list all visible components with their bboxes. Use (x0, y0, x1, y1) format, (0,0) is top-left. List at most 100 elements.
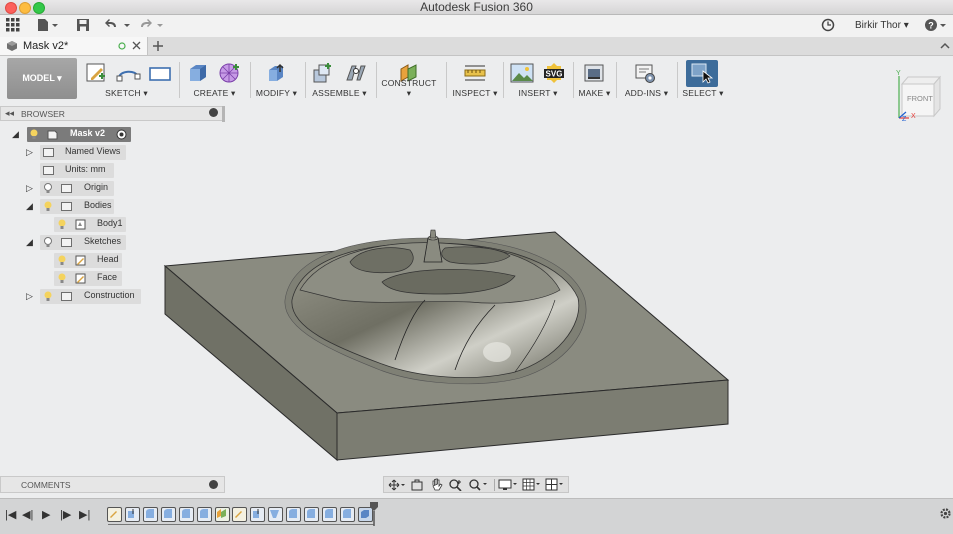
construct-group[interactable]: CONSTRUCT ▾ (378, 58, 440, 100)
save-icon[interactable] (75, 18, 91, 34)
timeline-fillet-feature[interactable] (143, 507, 158, 522)
inspect-group[interactable]: INSPECT ▾ (450, 58, 500, 100)
timeline-fillet-feature[interactable] (161, 507, 176, 522)
viewcube[interactable]: FRONT Y X Z (888, 68, 946, 126)
create-group-label: CREATE ▾ (193, 88, 236, 98)
select-tool-highlight[interactable] (686, 60, 718, 87)
data-panel-grid-icon[interactable] (5, 18, 21, 34)
new-component-icon[interactable] (311, 62, 333, 84)
create-sketch-icon[interactable] (85, 62, 107, 84)
tree-item-bodies[interactable]: ◢ Bodies (0, 199, 225, 214)
browser-panel-header[interactable]: ◂◂ BROWSER (0, 106, 225, 121)
zoom-icon[interactable] (448, 478, 464, 491)
expand-arrow-icon[interactable]: ▷ (26, 147, 33, 158)
line-tool-icon[interactable] (116, 62, 142, 84)
user-account-menu[interactable]: Birkir Thor ▾ (855, 20, 909, 31)
assemble-group[interactable]: ASSEMBLE ▾ (307, 58, 372, 100)
timeline-sketch-feature[interactable] (232, 507, 247, 522)
visibility-bulb-icon[interactable] (58, 273, 66, 283)
new-tab-icon[interactable] (152, 40, 164, 52)
comments-panel-header[interactable]: COMMENTS (0, 476, 225, 493)
insert-svg-icon[interactable]: SVG (541, 62, 567, 84)
model-viewport[interactable] (150, 220, 750, 470)
tree-item-named-views[interactable]: ▷ Named Views (0, 145, 225, 160)
go-to-start-icon[interactable]: |◀ (5, 508, 16, 521)
add-ins-group[interactable]: ADD-INS ▾ (619, 58, 674, 100)
expand-arrow-icon[interactable]: ◢ (12, 129, 19, 140)
timeline-fillet-feature[interactable] (340, 507, 355, 522)
close-tab-icon[interactable] (132, 41, 141, 50)
grid-snap-icon[interactable] (522, 478, 544, 491)
redo-icon[interactable] (139, 18, 167, 34)
step-forward-icon[interactable]: |▶ (60, 508, 71, 521)
create-group[interactable]: CREATE ▾ (183, 58, 246, 100)
workspace-switcher-button[interactable]: MODEL ▾ (7, 58, 77, 99)
visibility-bulb-icon[interactable] (58, 219, 66, 229)
tree-item-label: Head (97, 254, 119, 264)
undo-icon[interactable] (104, 18, 132, 34)
browser-options-icon[interactable] (209, 108, 218, 117)
document-tab[interactable]: Mask v2* (0, 37, 148, 55)
go-to-end-icon[interactable]: ▶| (79, 508, 90, 521)
visibility-bulb-icon[interactable] (44, 201, 52, 211)
timeline-extrude-feature[interactable] (250, 507, 265, 522)
insert-image-icon[interactable] (510, 62, 534, 84)
modify-group[interactable]: MODIFY ▾ (252, 58, 301, 100)
expand-arrow-icon[interactable]: ▷ (26, 291, 33, 302)
timeline-sketch-feature[interactable] (107, 507, 122, 522)
timeline-fillet-feature[interactable] (322, 507, 337, 522)
timeline-plane-feature[interactable] (215, 507, 230, 522)
tree-item-root[interactable]: ◢ Mask v2 (0, 127, 225, 142)
measure-icon[interactable] (464, 62, 486, 84)
extrude-box-icon[interactable] (187, 62, 209, 84)
timeline-extrude-feature[interactable] (125, 507, 140, 522)
orbit-icon[interactable] (388, 479, 406, 491)
sketch-group[interactable]: SKETCH ▾ (81, 58, 172, 100)
step-back-icon[interactable]: ◀| (22, 508, 33, 521)
look-at-icon[interactable] (410, 479, 424, 491)
viewports-icon[interactable] (545, 478, 567, 491)
tree-item-origin[interactable]: ▷ Origin (0, 181, 225, 196)
press-pull-icon[interactable] (265, 62, 287, 84)
rectangle-tool-icon[interactable] (148, 62, 172, 84)
comments-options-icon[interactable] (209, 480, 218, 489)
select-group[interactable]: SELECT ▾ (680, 58, 726, 100)
visibility-bulb-icon[interactable] (44, 291, 52, 301)
joint-icon[interactable] (343, 62, 369, 84)
sketch-icon (75, 255, 86, 266)
tree-item-units[interactable]: Units: mm (0, 163, 225, 178)
svg-text:SVG: SVG (546, 70, 563, 79)
visibility-bulb-off-icon[interactable] (44, 183, 52, 193)
visibility-bulb-off-icon[interactable] (44, 237, 52, 247)
help-icon[interactable]: ? (924, 18, 948, 34)
form-cage-icon[interactable] (217, 62, 243, 84)
app-bar: Birkir Thor ▾ ? (0, 15, 953, 38)
display-settings-icon[interactable] (498, 478, 520, 491)
job-status-clock-icon[interactable] (820, 18, 836, 34)
expand-arrow-icon[interactable]: ◢ (26, 237, 33, 248)
make-group[interactable]: MAKE ▾ (576, 58, 613, 100)
expand-arrow-icon[interactable]: ◢ (26, 201, 33, 212)
timeline-loft-feature[interactable] (268, 507, 283, 522)
file-menu-icon[interactable] (37, 18, 59, 34)
insert-group[interactable]: SVG INSERT ▾ (506, 58, 570, 100)
timeline-fillet-feature[interactable] (304, 507, 319, 522)
timeline-settings-gear-icon[interactable] (939, 507, 952, 520)
timeline-fillet-feature[interactable] (286, 507, 301, 522)
folder-icon (61, 202, 72, 211)
expand-arrow-icon[interactable]: ▷ (26, 183, 33, 194)
timeline-fillet-feature[interactable] (179, 507, 194, 522)
collapse-browser-icon[interactable]: ◂◂ (5, 108, 14, 119)
activate-radio-icon[interactable] (116, 129, 127, 140)
fit-zoom-icon[interactable] (468, 478, 490, 491)
play-icon[interactable]: ▶ (42, 508, 50, 521)
timeline-marker-handle[interactable] (370, 502, 378, 526)
visibility-bulb-icon[interactable] (30, 129, 38, 139)
scripts-add-ins-icon[interactable] (634, 62, 656, 84)
timeline-fillet-feature[interactable] (197, 507, 212, 522)
collapse-toolbar-chevron-icon[interactable] (940, 42, 950, 50)
visibility-bulb-icon[interactable] (58, 255, 66, 265)
3d-print-icon[interactable] (583, 62, 605, 84)
browser-resize-handle[interactable] (222, 106, 225, 122)
pan-hand-icon[interactable] (430, 478, 444, 491)
